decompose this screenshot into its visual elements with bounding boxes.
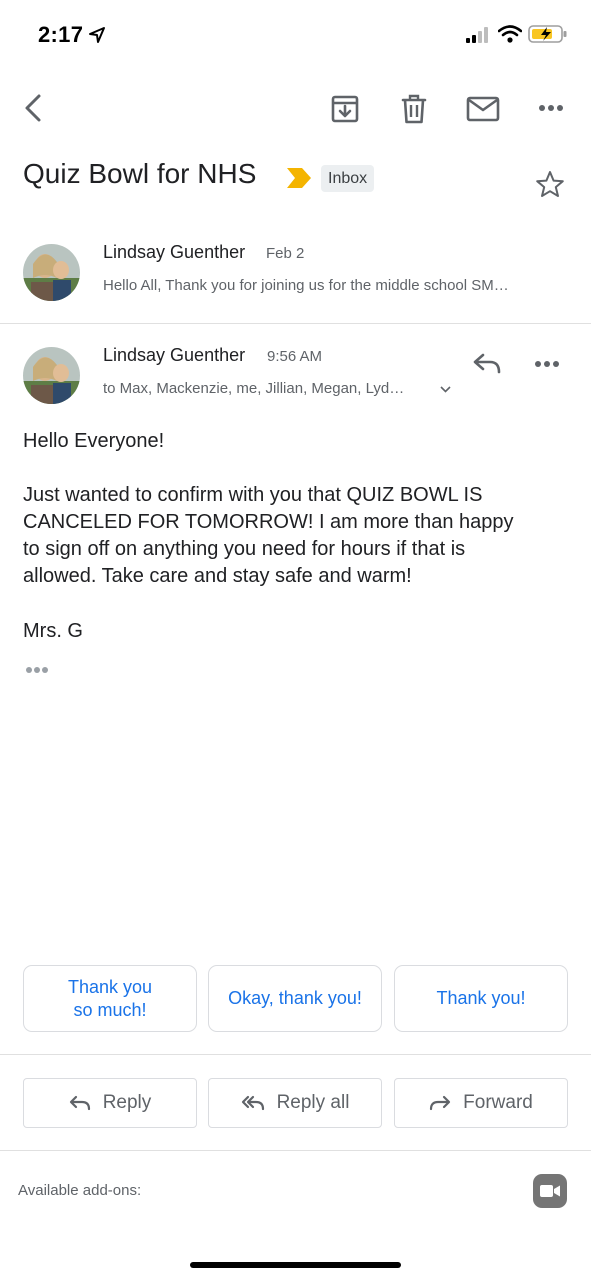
forward-label: Forward: [463, 1092, 533, 1113]
avatar-photo: [23, 347, 80, 404]
archive-button[interactable]: [328, 92, 362, 126]
sender-avatar[interactable]: [23, 347, 80, 404]
message-greeting: Hello Everyone!: [23, 430, 165, 452]
reply-icon-button[interactable]: [472, 352, 506, 378]
message-more-button[interactable]: [534, 355, 568, 373]
message-line: to sign off on anything you need for hou…: [23, 538, 466, 560]
inbox-label-chip[interactable]: Inbox: [321, 165, 375, 192]
section-divider: [0, 1054, 591, 1055]
delete-button[interactable]: [397, 92, 431, 126]
more-icon: [535, 361, 559, 367]
avatar-photo: [23, 244, 80, 301]
chevron-down-icon[interactable]: [440, 386, 451, 393]
message-recipients[interactable]: to Max, Mackenzie, me, Jillian, Megan, L…: [103, 380, 404, 397]
home-indicator: [190, 1262, 401, 1268]
archive-icon: [331, 95, 359, 123]
message-paragraph: Just wanted to confirm with you that QUI…: [23, 482, 563, 590]
message-line: CANCELED FOR TOMORROW! I am more than ha…: [23, 511, 514, 533]
addons-label: Available add-ons:: [18, 1182, 142, 1199]
thread-subject: Quiz Bowl for NHS: [23, 158, 257, 189]
status-time: 2:17: [38, 22, 84, 47]
video-camera-icon: [540, 1185, 560, 1197]
smart-reply-label: Thank you: [67, 976, 153, 997]
reply-all-icon: [241, 1095, 264, 1111]
star-icon: [536, 171, 564, 197]
smart-reply-button[interactable]: Okay, thank you!: [208, 965, 382, 1032]
reply-button[interactable]: Reply: [23, 1078, 197, 1128]
importance-marker-icon[interactable]: [286, 167, 312, 189]
reply-all-button[interactable]: Reply all: [208, 1078, 382, 1128]
mark-unread-button[interactable]: [464, 94, 502, 124]
mark-unread-icon: [466, 96, 500, 122]
reply-icon: [69, 1095, 90, 1111]
message-line: Just wanted to confirm with you that QUI…: [23, 484, 483, 506]
forward-icon: [430, 1095, 451, 1111]
message-snippet[interactable]: Hello All, Thank you for joining us for …: [103, 277, 561, 294]
smart-reply-label: Okay, thank you!: [228, 988, 362, 1008]
show-trimmed-content-icon[interactable]: [24, 664, 52, 676]
cellular-signal-icon: [466, 27, 488, 43]
smart-reply-button[interactable]: Thank you!: [394, 965, 568, 1032]
delete-icon: [401, 94, 427, 124]
back-button[interactable]: [16, 90, 50, 126]
back-icon: [25, 94, 41, 122]
star-button[interactable]: [535, 170, 567, 200]
battery-charging-icon: [528, 25, 567, 43]
message-sender: Lindsay Guenther: [103, 345, 246, 365]
more-options-button[interactable]: [534, 98, 568, 118]
sender-avatar[interactable]: [23, 244, 80, 301]
forward-button[interactable]: Forward: [394, 1078, 568, 1128]
message-sender: Lindsay Guenther: [103, 242, 246, 262]
section-divider: [0, 1150, 591, 1151]
zoom-addon-button[interactable]: [533, 1174, 567, 1208]
message-signoff: Mrs. G: [23, 620, 83, 642]
message-divider: [0, 323, 591, 324]
message-date: Feb 2: [266, 245, 305, 262]
smart-reply-label: so much!: [73, 999, 147, 1020]
wifi-icon: [498, 25, 522, 43]
message-time: 9:56 AM: [267, 348, 323, 365]
smart-reply-button[interactable]: Thank you so much!: [23, 965, 197, 1032]
location-arrow-icon: [89, 27, 105, 43]
smart-reply-label: Thank you!: [436, 988, 526, 1008]
reply-all-label: Reply all: [276, 1092, 350, 1113]
reply-icon: [473, 353, 501, 374]
more-icon: [539, 105, 563, 111]
reply-label: Reply: [102, 1092, 152, 1113]
message-line: allowed. Take care and stay safe and war…: [23, 565, 412, 587]
